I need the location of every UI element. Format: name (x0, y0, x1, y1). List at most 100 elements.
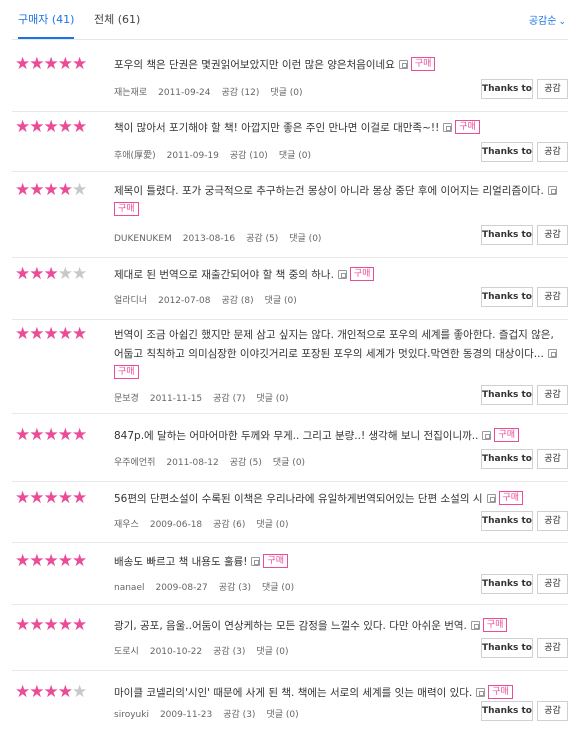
like-button[interactable]: 공감 (537, 638, 568, 658)
thanks-to-button[interactable]: Thanks to (481, 511, 533, 531)
comment-count[interactable]: 댓글 (0) (256, 647, 288, 657)
comment-count[interactable]: 댓글 (0) (279, 151, 311, 161)
quote-icon[interactable] (470, 620, 480, 630)
star-icon: ★ (29, 180, 44, 200)
like-button[interactable]: 공감 (537, 511, 568, 531)
star-icon: ★ (57, 180, 73, 200)
review-text[interactable]: 847p.에 달하는 어마어마한 두께와 무게.. 그리고 분량..! 생각해 … (114, 427, 564, 446)
thanks-to-button[interactable]: Thanks to (481, 225, 533, 245)
star-icon: ★ (72, 324, 87, 344)
quote-icon[interactable] (337, 269, 347, 279)
comment-count[interactable]: 댓글 (0) (256, 520, 288, 530)
like-button[interactable]: 공감 (537, 701, 568, 721)
like-button[interactable]: 공감 (537, 385, 568, 405)
quote-icon[interactable] (251, 556, 261, 566)
comment-count[interactable]: 댓글 (0) (289, 234, 321, 244)
thanks-to-button[interactable]: Thanks to (481, 574, 533, 594)
like-button[interactable]: 공감 (537, 225, 568, 245)
like-button[interactable]: 공감 (537, 79, 568, 99)
thanks-to-button[interactable]: Thanks to (481, 701, 533, 721)
review-content: 배송도 빠르고 책 내용도 훌륭! 구매 (114, 553, 564, 572)
like-button[interactable]: 공감 (537, 287, 568, 307)
review-date: 2009-08-27 (155, 583, 208, 593)
star-icon: ★ (15, 488, 30, 508)
review-date: 2013-08-16 (182, 234, 236, 244)
star-icon: ★ (72, 54, 87, 74)
like-button[interactable]: 공감 (537, 449, 568, 469)
star-icon: ★ (15, 324, 30, 344)
review-author[interactable]: 후애(厚愛) (114, 151, 156, 161)
thanks-to-button[interactable]: Thanks to (481, 79, 533, 99)
review-author[interactable]: 도로시 (114, 647, 139, 657)
comment-count[interactable]: 댓글 (0) (266, 710, 298, 720)
star-icon: ★ (15, 54, 30, 74)
star-icon: ★ (57, 551, 73, 571)
comment-count[interactable]: 댓글 (0) (256, 394, 288, 404)
thanks-to-button[interactable]: Thanks to (481, 449, 533, 469)
comment-count[interactable]: 댓글 (0) (262, 583, 294, 593)
comment-count[interactable]: 댓글 (0) (270, 88, 302, 98)
star-icon: ★ (72, 551, 87, 571)
review-date: 2009-06-18 (149, 520, 203, 530)
review-text[interactable]: 제대로 된 번역으로 재출간되어야 할 책 중의 하나. 구매 (114, 266, 564, 285)
star-icon: ★ (29, 425, 44, 445)
review-author[interactable]: 우주에언쥐 (114, 458, 155, 468)
rating-stars: ★★★★★ (15, 180, 87, 200)
quote-icon[interactable] (476, 687, 486, 697)
review-author[interactable]: siroyuki (114, 710, 149, 720)
review-text[interactable]: 광기, 공포, 음울..어둠이 연상케하는 모든 감정을 느낄수 있다. 다만 … (114, 617, 564, 636)
rating-stars: ★★★★★ (15, 551, 87, 571)
purchase-badge: 구매 (114, 202, 139, 216)
review-item: ★★★★★ 번역이 조금 아쉽긴 했지만 문제 삼고 싶지는 않다. 개인적으로 … (12, 323, 568, 414)
quote-icon[interactable] (482, 430, 492, 440)
comment-count[interactable]: 댓글 (0) (273, 458, 305, 468)
star-icon: ★ (57, 425, 73, 445)
review-text[interactable]: 제목이 틀렸다. 포가 궁극적으로 추구하는건 몽상이 아니라 몽상 중단 후에… (114, 182, 564, 220)
review-author[interactable]: DUKENUKEM (114, 234, 172, 244)
like-button[interactable]: 공감 (537, 574, 568, 594)
review-text[interactable]: 번역이 조금 아쉽긴 했지만 문제 삼고 싶지는 않다. 개인적으로 포우의 세… (114, 326, 564, 383)
star-icon: ★ (29, 682, 44, 702)
thanks-to-button[interactable]: Thanks to (481, 385, 533, 405)
review-author[interactable]: 문보경 (114, 394, 139, 404)
thanks-to-button[interactable]: Thanks to (481, 638, 533, 658)
rating-stars: ★★★★★ (15, 425, 87, 445)
comment-count[interactable]: 댓글 (0) (265, 296, 297, 306)
star-icon: ★ (15, 425, 30, 445)
review-text[interactable]: 배송도 빠르고 책 내용도 훌륭! 구매 (114, 553, 564, 572)
review-author[interactable]: 재우스 (114, 520, 139, 530)
quote-icon[interactable] (486, 493, 496, 503)
thanks-to-button[interactable]: Thanks to (481, 142, 533, 162)
tab-all-reviews[interactable]: 전체 (61) (94, 11, 140, 27)
like-count: 공감 (3) (218, 583, 251, 593)
tab-buyer-reviews[interactable]: 구매자 (41) (18, 11, 75, 39)
sort-label: 공감순 (528, 16, 557, 27)
review-text-body: 포우의 책은 단권은 몇권읽어보았지만 이런 많은 양은처음이네요 (114, 59, 395, 71)
review-text[interactable]: 56편의 단편소설이 수록된 이책은 우리나라에 유일하게번역되어있는 단편 소… (114, 490, 564, 509)
sort-dropdown[interactable]: 공감순 ⌄ (529, 12, 566, 27)
review-text[interactable]: 포우의 책은 단권은 몇권읽어보았지만 이런 많은 양은처음이네요 구매 (114, 56, 564, 75)
thanks-to-button[interactable]: Thanks to (481, 287, 533, 307)
review-item: ★★★★★ 제목이 틀렸다. 포가 궁극적으로 추구하는건 몽상이 아니라 몽상 … (12, 176, 568, 258)
quote-icon[interactable] (398, 59, 408, 69)
star-icon: ★ (57, 54, 73, 74)
like-count: 공감 (3) (223, 710, 256, 720)
review-text-body: 책이 많아서 포기해야 할 책! 아깝지만 좋은 주인 만나면 이걸로 대만족~… (114, 122, 440, 134)
review-meta: 얼라디너 2012-07-08 공감 (8) 댓글 (0) (114, 293, 308, 306)
review-author[interactable]: nanael (114, 583, 144, 593)
like-button[interactable]: 공감 (537, 142, 568, 162)
purchase-badge: 구매 (488, 685, 513, 699)
review-text[interactable]: 책이 많아서 포기해야 할 책! 아깝지만 좋은 주인 만나면 이걸로 대만족~… (114, 119, 564, 138)
like-count: 공감 (6) (213, 520, 246, 530)
review-author[interactable]: 얼라디너 (114, 296, 147, 306)
review-date: 2012-07-08 (158, 296, 211, 306)
quote-icon[interactable] (547, 348, 557, 358)
quote-icon[interactable] (547, 185, 557, 195)
like-count: 공감 (12) (221, 88, 260, 98)
quote-icon[interactable] (443, 122, 453, 132)
review-author[interactable]: 재는재로 (114, 88, 147, 98)
star-icon: ★ (72, 180, 87, 200)
like-count: 공감 (5) (229, 458, 262, 468)
chevron-down-icon: ⌄ (558, 17, 566, 27)
star-icon: ★ (43, 682, 59, 702)
